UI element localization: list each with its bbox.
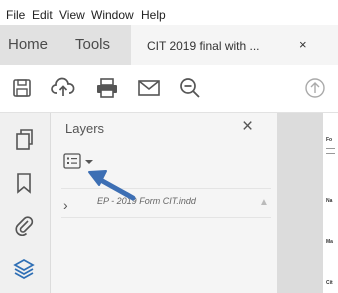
scroll-up-icon[interactable]: ▲ xyxy=(259,197,269,208)
panel-title: Layers xyxy=(65,121,105,136)
tab-bar: Home Tools CIT 2019 final with ... × xyxy=(0,25,338,65)
page-up-icon[interactable] xyxy=(304,77,326,99)
menu-window[interactable]: Window xyxy=(91,8,134,22)
document-area: Fo Na Ma Cit xyxy=(277,113,338,293)
tab-document[interactable]: CIT 2019 final with ... × xyxy=(131,25,338,65)
doc-label-3: Cit xyxy=(326,280,333,286)
menu-edit[interactable]: Edit xyxy=(32,8,53,22)
layer-name: EP - 2019 Form CIT.indd xyxy=(97,196,196,206)
attachment-icon[interactable] xyxy=(13,213,35,237)
pages-icon[interactable] xyxy=(13,127,35,151)
bookmark-icon[interactable] xyxy=(13,171,35,195)
list-options-icon xyxy=(63,153,81,169)
layers-panel: Layers × › EP - 2019 Form CIT.indd ▲ xyxy=(51,113,277,293)
menu-bar: File Edit View Window Help xyxy=(0,0,338,25)
menu-view[interactable]: View xyxy=(59,8,85,22)
layers-icon[interactable] xyxy=(13,257,35,281)
menu-file[interactable]: File xyxy=(6,8,25,22)
close-panel-button[interactable]: × xyxy=(242,116,253,138)
print-icon[interactable] xyxy=(95,77,119,99)
tab-tools[interactable]: Tools xyxy=(75,25,110,65)
tab-home[interactable]: Home xyxy=(8,25,48,65)
navigation-rail xyxy=(0,113,51,293)
document-page: Fo Na Ma Cit xyxy=(323,113,338,293)
upload-cloud-icon[interactable] xyxy=(51,77,75,99)
doc-label-0: Fo xyxy=(326,137,333,143)
doc-line xyxy=(326,148,335,149)
menu-help[interactable]: Help xyxy=(141,8,166,22)
chevron-down-icon xyxy=(85,160,93,164)
expand-chevron-icon[interactable]: › xyxy=(63,197,68,213)
doc-line xyxy=(326,153,335,154)
zoom-out-icon[interactable] xyxy=(178,77,202,99)
doc-label-1: Na xyxy=(326,198,333,204)
layer-options-button[interactable] xyxy=(60,151,102,173)
toolbar xyxy=(0,65,338,113)
doc-label-2: Ma xyxy=(326,239,333,245)
close-tab-button[interactable]: × xyxy=(299,37,307,52)
tab-document-title: CIT 2019 final with ... xyxy=(147,39,260,53)
email-icon[interactable] xyxy=(137,77,161,99)
save-icon[interactable] xyxy=(11,77,33,99)
layer-row[interactable]: › EP - 2019 Form CIT.indd ▲ xyxy=(61,188,271,218)
